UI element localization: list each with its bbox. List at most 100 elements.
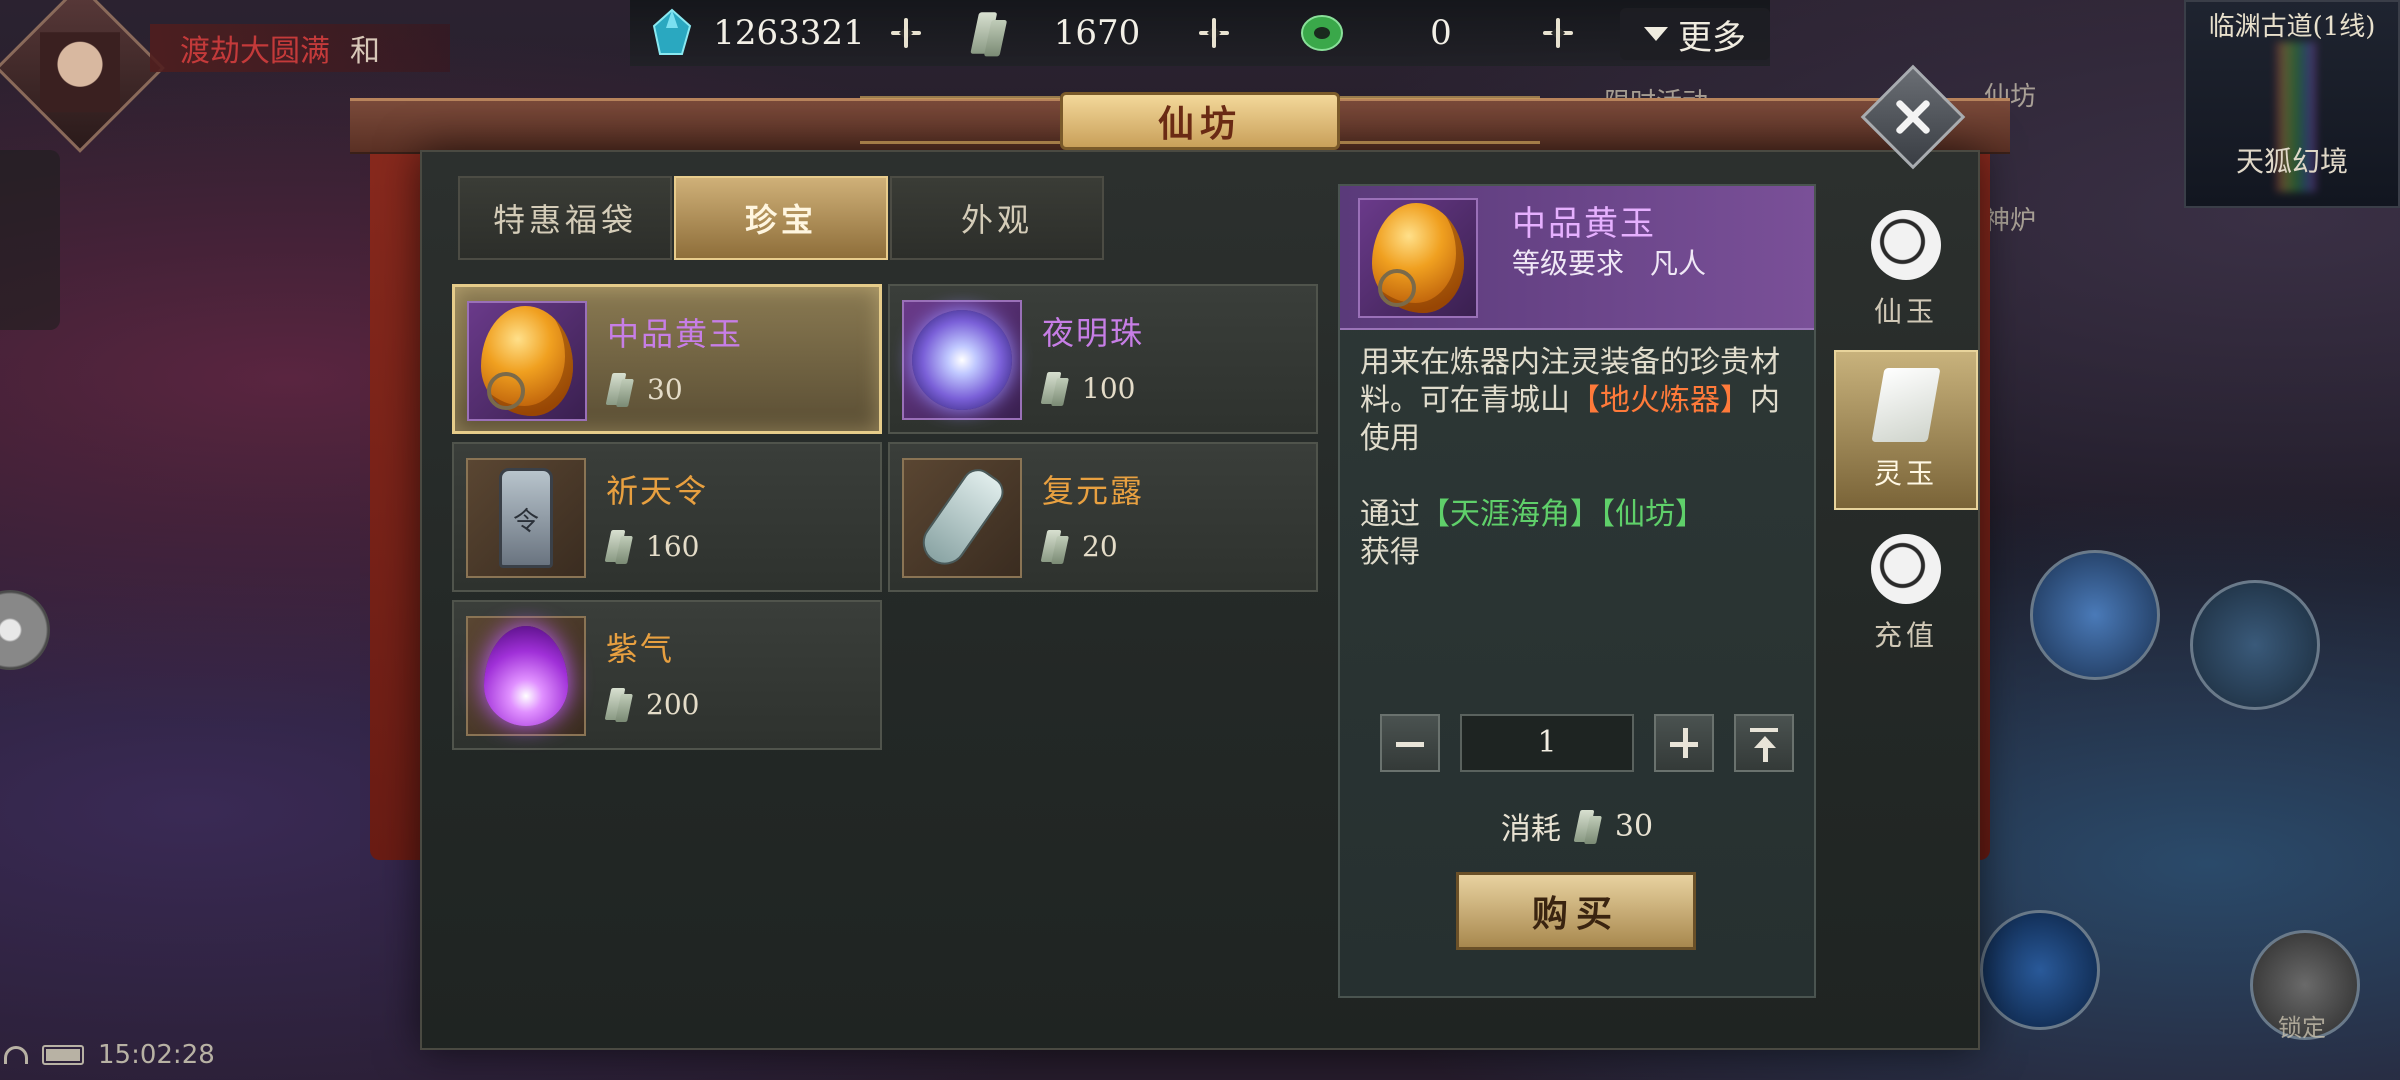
item-source: 通过【天涯海角】【仙坊】获得 xyxy=(1360,496,1800,572)
jade-amount: 1670 xyxy=(1053,13,1141,53)
requirement-label: 等级要求 xyxy=(1512,247,1625,280)
item-price: 100 xyxy=(1040,368,1135,408)
item-name: 祈天令 xyxy=(606,472,709,510)
cost-value: 30 xyxy=(1614,808,1654,844)
location-name: 临渊古道(1线) xyxy=(2208,12,2376,42)
item-card-flame[interactable]: 紫气 200 xyxy=(452,600,882,750)
source-link-xianfang[interactable]: 【仙坊】 xyxy=(1600,497,1705,532)
source-suffix: 获得 xyxy=(1360,535,1420,570)
jade-token-icon xyxy=(605,369,634,409)
detail-item-name: 中品黄玉 xyxy=(1512,204,1656,244)
item-card-vial[interactable]: 复元露 20 xyxy=(888,442,1318,592)
currency-crystal: 1263321 xyxy=(650,6,928,60)
flame-icon xyxy=(484,626,568,726)
server-tag[interactable]: 和 xyxy=(350,26,380,70)
item-card-pearl[interactable]: 夜明珠 100 xyxy=(888,284,1318,434)
item-name: 复元露 xyxy=(1042,472,1145,510)
shop-title: 仙坊 xyxy=(1060,92,1340,150)
amber-icon xyxy=(1372,203,1464,313)
source-prefix: 通过 xyxy=(1360,497,1420,532)
jade-token-icon xyxy=(1573,806,1602,846)
recharge-icon xyxy=(1871,534,1941,604)
jade-token-icon xyxy=(604,526,633,566)
add-ring-button[interactable] xyxy=(1536,11,1580,55)
device-status: 15:02:28 xyxy=(0,1040,215,1070)
ring-amount: 0 xyxy=(1430,13,1452,53)
quantity-input[interactable]: 1 xyxy=(1460,714,1634,772)
lock-label: 锁定 xyxy=(2278,1014,2326,1042)
close-icon xyxy=(1891,95,1935,139)
minimap[interactable]: 临渊古道(1线) 天狐幻境 xyxy=(2184,0,2400,208)
item-card-amber[interactable]: 中品黄玉 30 xyxy=(452,284,882,434)
cost-label: 消耗 xyxy=(1500,812,1561,847)
description-link[interactable]: 【地火炼器】 xyxy=(1570,383,1750,418)
price-value: 160 xyxy=(646,529,700,563)
wifi-icon xyxy=(4,1046,28,1064)
category-lingyu[interactable]: 灵玉 xyxy=(1834,350,1978,510)
category-label: 仙玉 xyxy=(1873,295,1938,328)
avatar[interactable] xyxy=(0,0,165,153)
item-name: 夜明珠 xyxy=(1042,314,1145,352)
expand-icon[interactable] xyxy=(0,590,50,670)
tab-appearance[interactable]: 外观 xyxy=(890,176,1104,260)
currency-ring: 0 xyxy=(1298,6,1580,60)
more-button[interactable]: 更多 xyxy=(1620,8,1770,60)
source-link-tianya[interactable]: 【天涯海角】 xyxy=(1420,497,1600,532)
category-recharge[interactable]: 充值 xyxy=(1834,514,1978,674)
add-crystal-button[interactable] xyxy=(884,11,928,55)
detail-item-icon xyxy=(1358,198,1478,318)
currency-bar: 1263321 1670 0 xyxy=(630,0,1770,66)
lingyu-icon xyxy=(1871,368,1941,442)
item-price: 30 xyxy=(605,369,683,409)
decrease-quantity-button[interactable] xyxy=(1380,714,1440,772)
dungeon-name: 天狐幻境 xyxy=(2235,145,2348,178)
realm-label: 渡劫大圆满 xyxy=(180,34,330,69)
skill-button[interactable] xyxy=(2030,550,2160,680)
requirement-value: 凡人 xyxy=(1650,247,1707,280)
max-quantity-button[interactable] xyxy=(1734,714,1794,772)
category-label: 灵玉 xyxy=(1873,457,1938,490)
increase-quantity-button[interactable] xyxy=(1654,714,1714,772)
vial-icon xyxy=(914,462,1010,574)
player-realm: 渡劫大圆满 和 xyxy=(150,24,450,72)
detail-header: 中品黄玉 等级要求 凡人 xyxy=(1340,186,1814,330)
shenlu-hud-label[interactable]: 神炉 xyxy=(1984,200,2036,237)
category-xianyu[interactable]: 仙玉 xyxy=(1834,190,1978,350)
level-requirement: 等级要求 凡人 xyxy=(1512,242,1706,282)
buy-button[interactable]: 购买 xyxy=(1456,872,1696,950)
xianyu-icon xyxy=(1871,210,1941,280)
shop-tabs: 特惠福袋 珍宝 外观 xyxy=(458,176,1106,260)
jade-token-icon xyxy=(604,684,633,724)
price-value: 200 xyxy=(646,687,700,721)
quantity-stepper: 1 xyxy=(1380,714,1794,772)
skill-button[interactable] xyxy=(2190,580,2320,710)
item-icon xyxy=(466,458,586,578)
battery-icon xyxy=(42,1045,84,1065)
jade-token-icon xyxy=(970,7,1008,59)
tab-discount-bags[interactable]: 特惠福袋 xyxy=(458,176,672,260)
amber-icon xyxy=(481,306,573,416)
currency-jade: 1670 xyxy=(970,6,1236,60)
item-price: 20 xyxy=(1040,526,1118,566)
item-name: 中品黄玉 xyxy=(607,315,744,353)
price-value: 30 xyxy=(647,372,683,406)
crystal-amount: 1263321 xyxy=(713,13,865,53)
tablet-icon xyxy=(499,468,553,568)
price-value: 20 xyxy=(1082,529,1118,563)
item-icon xyxy=(902,300,1022,420)
item-icon xyxy=(466,616,586,736)
crystal-icon xyxy=(652,8,692,55)
item-description: 用来在炼器内注灵装备的珍贵材料。可在青城山【地火炼器】内使用 xyxy=(1360,344,1800,458)
title-ornament-left xyxy=(860,96,1060,144)
purchase-cost: 消耗 30 xyxy=(1340,804,1814,848)
item-icon xyxy=(902,458,1022,578)
skill-button[interactable] xyxy=(1980,910,2100,1030)
tab-treasures[interactable]: 珍宝 xyxy=(674,176,888,260)
jade-token-icon xyxy=(1040,526,1069,566)
item-price: 200 xyxy=(604,684,700,724)
item-icon xyxy=(467,301,587,421)
item-name: 紫气 xyxy=(606,630,675,668)
add-jade-button[interactable] xyxy=(1192,11,1236,55)
item-card-tablet[interactable]: 祈天令 160 xyxy=(452,442,882,592)
pearl-icon xyxy=(912,310,1012,410)
